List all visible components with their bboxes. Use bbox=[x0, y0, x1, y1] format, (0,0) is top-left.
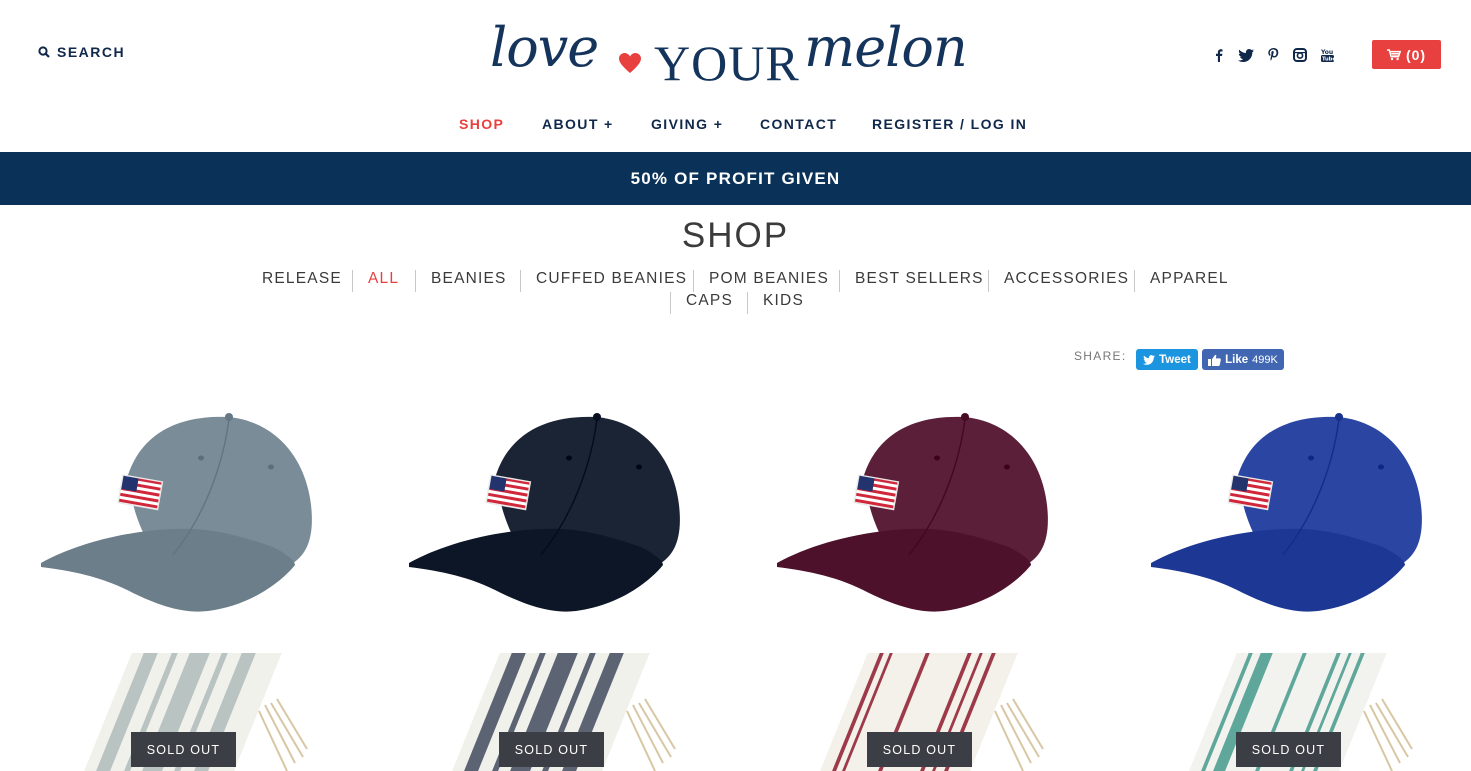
instagram-link[interactable] bbox=[1290, 46, 1310, 64]
search-icon bbox=[38, 46, 50, 58]
svg-text:Tube: Tube bbox=[1322, 56, 1334, 62]
category-nav: RELEASE ALL BEANIES CUFFED BEANIES POM B… bbox=[0, 270, 1471, 294]
nav-register-login[interactable]: REGISTER / LOG IN bbox=[872, 116, 1027, 132]
category-all[interactable]: ALL bbox=[368, 270, 399, 288]
twitter-icon bbox=[1143, 354, 1156, 365]
category-divider bbox=[1134, 270, 1135, 292]
cart-icon bbox=[1386, 48, 1401, 60]
thumbs-up-icon bbox=[1208, 354, 1221, 366]
like-count: 499K bbox=[1252, 353, 1278, 366]
category-nav-row-2: CAPS KIDS bbox=[0, 292, 1471, 316]
category-divider bbox=[520, 270, 521, 292]
tweet-button[interactable]: Tweet bbox=[1136, 349, 1198, 370]
page-title: SHOP bbox=[681, 216, 790, 255]
sold-out-badge: SOLD OUT bbox=[499, 732, 604, 767]
heart-icon bbox=[619, 53, 641, 73]
nav-giving[interactable]: GIVING + bbox=[651, 116, 723, 132]
product-card[interactable]: SOLD OUT bbox=[811, 645, 1046, 771]
promo-banner: 50% OF PROFIT GIVEN bbox=[0, 152, 1471, 205]
sold-out-badge: SOLD OUT bbox=[1236, 732, 1341, 767]
cap-image bbox=[1151, 413, 1422, 612]
logo-love-text: love bbox=[490, 16, 599, 79]
twitter-link[interactable] bbox=[1236, 46, 1256, 64]
youtube-icon: YouTube bbox=[1320, 49, 1334, 62]
instagram-icon bbox=[1293, 48, 1307, 62]
product-card[interactable]: SOLD OUT bbox=[75, 645, 310, 771]
main-nav: SHOP ABOUT + GIVING + CONTACT REGISTER /… bbox=[0, 116, 1471, 136]
category-caps[interactable]: CAPS bbox=[686, 292, 733, 310]
facebook-icon bbox=[1216, 48, 1223, 62]
facebook-like-button[interactable]: Like 499K bbox=[1202, 349, 1284, 370]
nav-contact[interactable]: CONTACT bbox=[760, 116, 837, 132]
pinterest-link[interactable] bbox=[1263, 46, 1283, 64]
category-divider bbox=[670, 292, 671, 314]
cap-image bbox=[777, 413, 1048, 612]
youtube-link[interactable]: YouTube bbox=[1317, 46, 1337, 64]
category-divider bbox=[415, 270, 416, 292]
site-header: SEARCH love YOUR melon YouTube (0) SHOP … bbox=[0, 0, 1471, 152]
product-card[interactable] bbox=[33, 405, 323, 620]
search-button[interactable]: SEARCH bbox=[38, 44, 125, 60]
promo-banner-text: 50% OF PROFIT GIVEN bbox=[630, 168, 841, 188]
logo-your-text: YOUR bbox=[654, 35, 800, 91]
category-divider bbox=[352, 270, 353, 292]
search-label: SEARCH bbox=[57, 44, 126, 60]
category-divider bbox=[747, 292, 748, 314]
cap-image bbox=[41, 413, 312, 612]
category-release[interactable]: RELEASE bbox=[262, 270, 342, 288]
product-card[interactable]: SOLD OUT bbox=[1180, 645, 1415, 771]
category-best-sellers[interactable]: BEST SELLERS bbox=[855, 270, 984, 288]
cart-button[interactable]: (0) bbox=[1372, 40, 1441, 69]
category-beanies[interactable]: BEANIES bbox=[431, 270, 507, 288]
cart-count: (0) bbox=[1405, 46, 1427, 63]
sold-out-badge: SOLD OUT bbox=[867, 732, 972, 767]
category-kids[interactable]: KIDS bbox=[763, 292, 804, 310]
tweet-label: Tweet bbox=[1159, 353, 1191, 366]
nav-about[interactable]: ABOUT + bbox=[542, 116, 614, 132]
category-apparel[interactable]: APPAREL bbox=[1150, 270, 1229, 288]
product-card[interactable] bbox=[1138, 405, 1438, 620]
product-card[interactable]: SOLD OUT bbox=[443, 645, 678, 771]
facebook-link[interactable] bbox=[1209, 46, 1229, 64]
sold-out-badge: SOLD OUT bbox=[131, 732, 236, 767]
product-card[interactable] bbox=[769, 405, 1059, 620]
like-label: Like bbox=[1225, 353, 1249, 366]
category-accessories[interactable]: ACCESSORIES bbox=[1004, 270, 1129, 288]
site-logo[interactable]: love YOUR melon bbox=[486, 12, 986, 92]
category-divider bbox=[693, 270, 694, 292]
logo-melon-text: melon bbox=[804, 16, 968, 79]
category-pom-beanies[interactable]: POM BEANIES bbox=[709, 270, 829, 288]
product-card[interactable] bbox=[401, 405, 691, 620]
twitter-icon bbox=[1238, 48, 1254, 62]
share-label: SHARE: bbox=[1074, 349, 1127, 363]
category-cuffed-beanies[interactable]: CUFFED BEANIES bbox=[536, 270, 687, 288]
cap-image bbox=[409, 413, 680, 612]
svg-text:You: You bbox=[1321, 49, 1333, 56]
category-divider bbox=[988, 270, 989, 292]
nav-shop[interactable]: SHOP bbox=[459, 116, 504, 132]
pinterest-icon bbox=[1267, 48, 1278, 61]
category-divider bbox=[839, 270, 840, 292]
